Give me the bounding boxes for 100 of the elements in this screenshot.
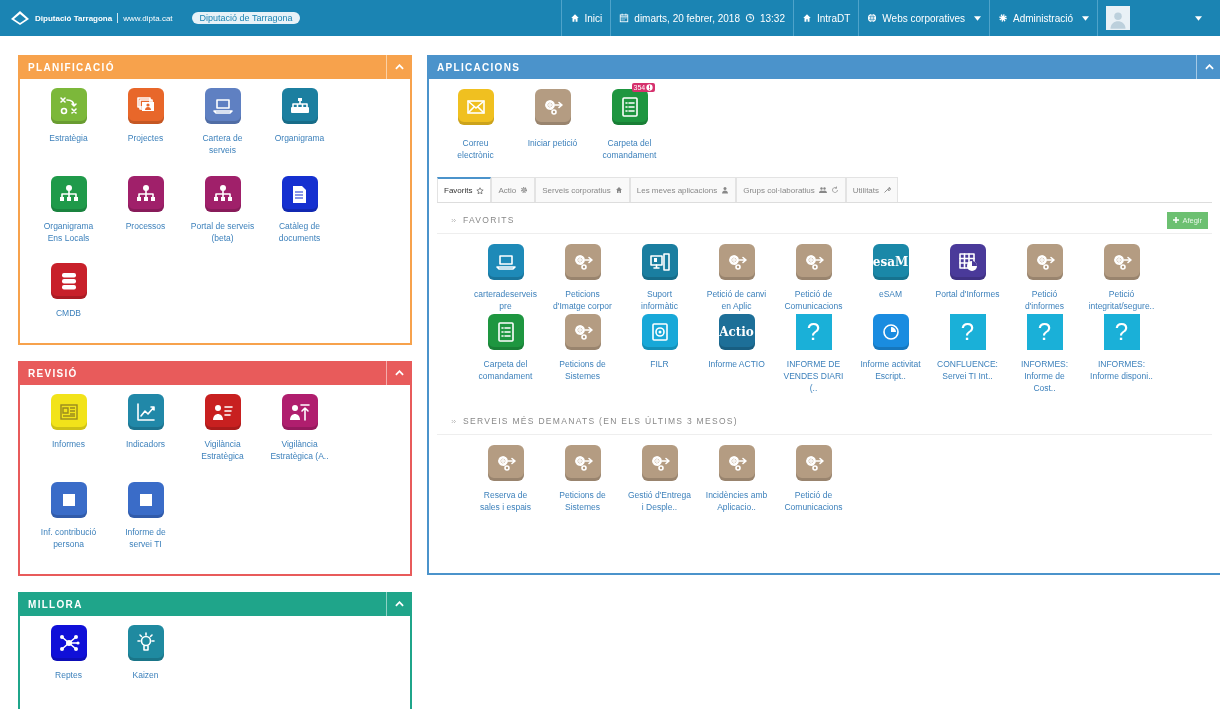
home-icon xyxy=(802,13,812,23)
app-tile[interactable]: Catàleg de documents xyxy=(261,175,338,258)
app-tile[interactable]: Cartera de serveis xyxy=(184,88,261,170)
group-icon xyxy=(818,186,827,194)
app-tile[interactable]: Processos xyxy=(107,175,184,258)
date-text: dimarts, 20 febrer, 2018 xyxy=(634,12,740,24)
app-label: Reserva de sales i espais xyxy=(479,489,532,513)
app-tile[interactable]: Inf. contribució persona xyxy=(30,482,107,564)
app-tile[interactable]: Organigrama Ens Locals xyxy=(30,175,107,258)
app-label: Suport informàtic xyxy=(640,288,679,312)
nav-menu[interactable]: Administració xyxy=(988,0,1097,36)
app-label: Petició integritat/segure.. xyxy=(1088,288,1155,312)
nav-link[interactable]: Inici xyxy=(560,0,611,36)
app-label: carteradeserveis pre xyxy=(473,288,538,312)
app-tile[interactable]: Informe de servei TI xyxy=(107,482,184,564)
app-tile[interactable]: Petició de canvi en Aplic xyxy=(698,244,775,312)
app-tile[interactable]: CMDB xyxy=(30,263,107,333)
app-label: Portal de serveis (beta) xyxy=(190,219,255,244)
app-label: Organigrama xyxy=(274,132,325,144)
panel-title: REVISIÓ xyxy=(27,367,78,379)
app-tile[interactable]: Carpeta del comandament xyxy=(467,314,544,394)
app-tile[interactable]: Petició de Comunicacions xyxy=(775,445,852,563)
app-tile[interactable]: Projectes xyxy=(107,88,184,170)
app-tile[interactable]: Petició de Comunicacions xyxy=(775,244,852,312)
app-label: CONFLUENCE: Servei TI Int.. xyxy=(936,358,999,382)
app-label: Informe ACTIO xyxy=(708,358,765,370)
caret-icon[interactable] xyxy=(1195,15,1202,21)
app-tile[interactable]: Peticions d'Imatge corpor xyxy=(544,244,621,312)
app-tile[interactable]: Peticions de Sistemes xyxy=(544,445,621,563)
app-label: eSAM xyxy=(878,288,903,300)
tab[interactable]: Actio xyxy=(491,177,536,202)
app-tile[interactable]: Suport informàtic xyxy=(621,244,698,312)
app-label: FILR xyxy=(650,358,669,370)
app-tile[interactable]: Vigilància Estratègica xyxy=(184,394,261,476)
site-address[interactable]: www.dipta.cat xyxy=(123,13,173,23)
plus-icon xyxy=(1173,217,1180,223)
app-tile[interactable]: ? CONFLUENCE: Servei TI Int.. xyxy=(929,314,1006,394)
app-tile[interactable]: Reptes xyxy=(30,625,107,709)
chevron-up-icon xyxy=(395,370,404,376)
wrench-icon xyxy=(883,186,892,194)
panel-title: PLANIFICACIÓ xyxy=(27,61,115,73)
app-tile[interactable]: ? INFORMES: Informe de Cost.. xyxy=(1006,314,1083,394)
app-label: Carpeta del comandament xyxy=(477,358,534,382)
app-label: Petició de canvi en Aplic xyxy=(705,288,768,312)
app-tile[interactable]: Gestió d'Entrega i Desple.. xyxy=(621,445,698,563)
chevron-icon xyxy=(451,418,457,424)
app-label: Vigilància Estratègica (A.. xyxy=(269,438,330,462)
app-label: INFORME DE VENDES DIARI (.. xyxy=(782,358,845,394)
app-tile[interactable]: Organigrama xyxy=(261,88,338,170)
nav-link[interactable]: IntraDT xyxy=(793,0,859,36)
app-tile[interactable]: Incidències amb Aplicacio.. xyxy=(698,445,775,563)
app-label: Peticions de Sistemes xyxy=(558,489,607,513)
app-label: Peticions de Sistemes xyxy=(558,358,607,382)
refresh-icon xyxy=(830,186,839,194)
app-label: Iniciar petició xyxy=(527,137,578,149)
app-tile[interactable]: Portal de serveis (beta) xyxy=(184,175,261,258)
app-label: Catàleg de documents xyxy=(277,219,322,244)
alert-icon xyxy=(646,84,654,91)
tab[interactable]: Favorits xyxy=(437,177,492,202)
app-label: Vigilància Estratègica xyxy=(200,438,245,462)
clock-icon xyxy=(744,13,755,23)
tab[interactable]: Serveis corporatius xyxy=(535,177,630,202)
app-tile[interactable]: Reserva de sales i espais xyxy=(467,445,544,563)
chevron-up-icon xyxy=(395,64,404,70)
app-tile[interactable]: Correu electrònic xyxy=(437,82,514,161)
app-tile[interactable]: Petició d'informes xyxy=(1006,244,1083,312)
app-tile[interactable]: ? INFORME DE VENDES DIARI (.. xyxy=(775,314,852,394)
app-tile[interactable]: esaM eSAM xyxy=(852,244,929,312)
tab[interactable]: Utilitats xyxy=(845,177,899,202)
app-tile[interactable]: Portal d'Informes xyxy=(929,244,1006,312)
nav-menu[interactable]: Webs corporatives xyxy=(858,0,989,36)
app-tile[interactable]: Iniciar petició xyxy=(514,82,591,161)
app-tile[interactable]: FILR xyxy=(621,314,698,394)
app-tile[interactable]: Indicadors xyxy=(107,394,184,476)
time-text: 13:32 xyxy=(759,12,785,24)
app-tile[interactable]: carteradeserveis pre xyxy=(467,244,544,312)
app-label: Projectes xyxy=(127,132,164,144)
app-label: Incidències amb Aplicacio.. xyxy=(704,489,769,513)
tab[interactable]: Les meves aplicacions xyxy=(629,177,737,202)
app-label: Informes xyxy=(51,438,86,450)
app-tile[interactable]: Kaizen xyxy=(107,625,184,709)
question-mark-icon: ? xyxy=(1103,314,1140,350)
app-label: Estratègia xyxy=(49,132,88,144)
app-label: Petició d'informes xyxy=(1024,288,1065,312)
app-tile[interactable]: ? INFORMES: Informe disponi.. xyxy=(1083,314,1160,394)
app-tile[interactable]: Peticions de Sistemes xyxy=(544,314,621,394)
tab[interactable]: Grups col·laboratius xyxy=(736,177,846,202)
app-tile[interactable]: Informe activitat Escript.. xyxy=(852,314,929,394)
app-tile[interactable]: Vigilància Estratègica (A.. xyxy=(261,394,338,476)
app-label: Processos xyxy=(125,219,166,232)
question-mark-icon: ? xyxy=(795,314,832,350)
caret-icon xyxy=(1082,15,1089,21)
app-tile[interactable]: Informes xyxy=(30,394,107,476)
app-tile[interactable]: Actio Informe ACTIO xyxy=(698,314,775,394)
section-title: FAVORITS xyxy=(463,215,516,225)
star-icon xyxy=(476,186,485,195)
app-tile[interactable]: Petició integritat/segure.. xyxy=(1083,244,1160,312)
app-label: Informe activitat Escript.. xyxy=(859,358,922,382)
brand-name: Diputació Tarragona xyxy=(35,13,113,23)
app-tile[interactable]: Estratègia xyxy=(30,88,107,170)
